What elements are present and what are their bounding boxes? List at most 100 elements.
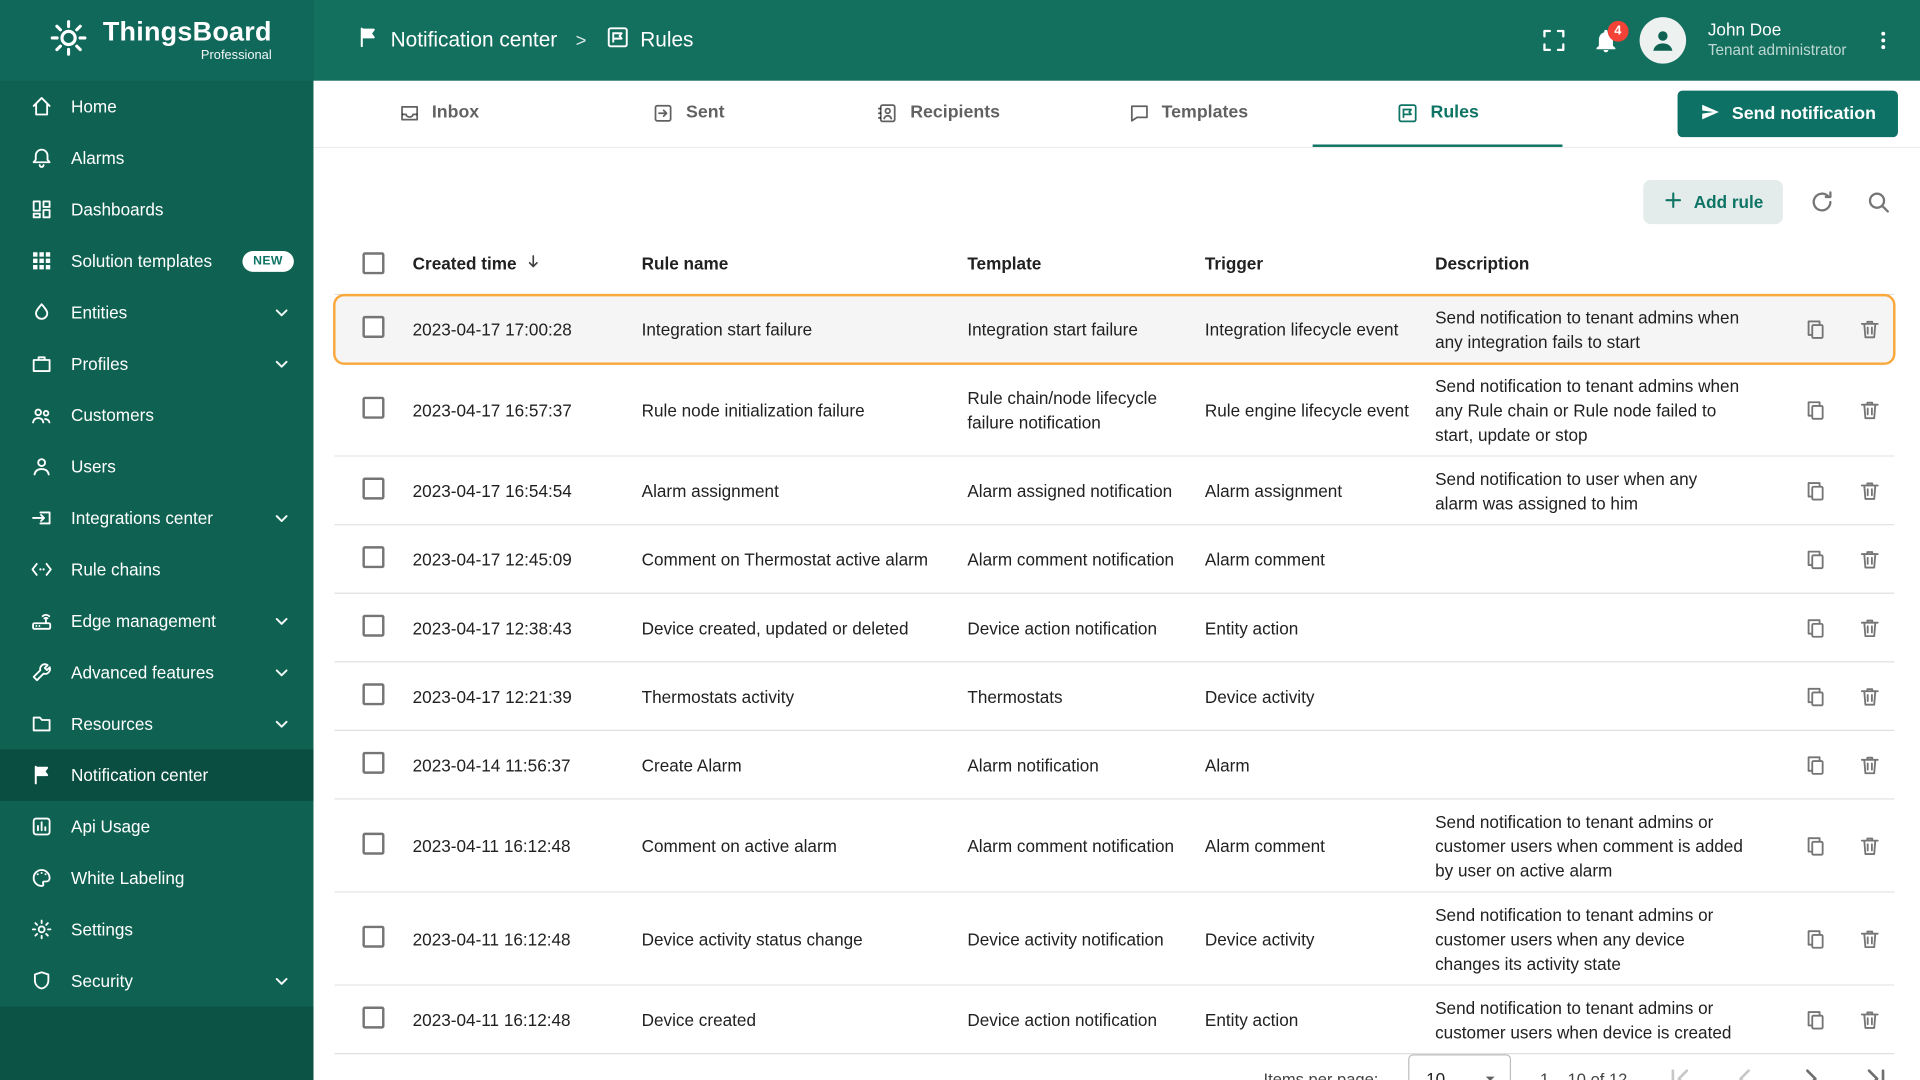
sidebar-item-api-usage[interactable]: Api Usage: [0, 801, 313, 852]
copy-button[interactable]: [1801, 315, 1830, 344]
row-checkbox[interactable]: [362, 1005, 385, 1028]
delete-button[interactable]: [1855, 613, 1884, 642]
send-notification-button[interactable]: Send notification: [1678, 90, 1898, 138]
delete-button[interactable]: [1855, 315, 1884, 344]
table-row[interactable]: 2023-04-17 17:00:28 Integration start fa…: [333, 293, 1896, 365]
column-template[interactable]: Template: [967, 253, 1205, 273]
sidebar-item-white-labeling[interactable]: White Labeling: [0, 852, 313, 903]
refresh-button[interactable]: [1798, 178, 1847, 227]
sidebar-item-dashboards[interactable]: Dashboards: [0, 184, 313, 235]
table-row[interactable]: 2023-04-14 11:56:37 Create Alarm Alarm n…: [334, 731, 1894, 800]
sidebar-item-notification-center[interactable]: Notification center: [0, 749, 314, 801]
search-button[interactable]: [1854, 178, 1903, 227]
tab-recipients[interactable]: Recipients: [813, 81, 1063, 147]
cell-created-time: 2023-04-11 16:12:48: [412, 1010, 571, 1030]
add-rule-button[interactable]: Add rule: [1643, 180, 1783, 225]
column-trigger[interactable]: Trigger: [1205, 253, 1435, 273]
first-page-button[interactable]: [1662, 1062, 1696, 1080]
row-checkbox[interactable]: [362, 751, 385, 774]
last-page-button[interactable]: [1860, 1062, 1894, 1080]
table-row[interactable]: 2023-04-11 16:12:48 Comment on active al…: [334, 800, 1894, 893]
row-checkbox[interactable]: [362, 832, 385, 855]
sidebar-item-rule-chains[interactable]: Rule chains: [0, 544, 313, 595]
chevron-down-icon: [269, 351, 293, 375]
sidebar-item-settings[interactable]: Settings: [0, 904, 313, 955]
kebab-menu-icon[interactable]: [1866, 23, 1900, 57]
breadcrumb-rules[interactable]: Rules: [605, 24, 693, 56]
select-all-checkbox[interactable]: [362, 252, 385, 275]
delete-button[interactable]: [1855, 396, 1884, 425]
delete-button[interactable]: [1855, 924, 1884, 953]
copy-button[interactable]: [1801, 682, 1830, 711]
sidebar-item-customers[interactable]: Customers: [0, 389, 313, 440]
tab-sent[interactable]: Sent: [563, 81, 813, 147]
tab-inbox[interactable]: Inbox: [313, 81, 563, 147]
delete-button[interactable]: [1855, 751, 1884, 780]
sidebar-item-resources[interactable]: Resources: [0, 698, 313, 749]
chevron-down-icon: [269, 609, 293, 633]
delete-button[interactable]: [1855, 831, 1884, 860]
column-rule-name[interactable]: Rule name: [642, 253, 968, 273]
tab-templates[interactable]: Templates: [1063, 81, 1313, 147]
sidebar-item-alarms[interactable]: Alarms: [0, 132, 313, 183]
table-row[interactable]: 2023-04-17 12:38:43 Device created, upda…: [334, 594, 1894, 663]
sidebar-item-profiles[interactable]: Profiles: [0, 338, 313, 389]
tab-rules[interactable]: Rules: [1312, 81, 1563, 147]
column-created-time[interactable]: Created time: [413, 252, 642, 274]
row-checkbox[interactable]: [362, 476, 385, 499]
sidebar-item-integrations-center[interactable]: Integrations center: [0, 492, 313, 543]
row-checkbox[interactable]: [362, 396, 385, 419]
table-row[interactable]: 2023-04-11 16:12:48 Device activity stat…: [334, 893, 1894, 986]
copy-button[interactable]: [1801, 831, 1830, 860]
copy-button[interactable]: [1801, 924, 1830, 953]
delete-button[interactable]: [1855, 1005, 1884, 1034]
delete-button[interactable]: [1855, 682, 1884, 711]
copy-button[interactable]: [1801, 476, 1830, 505]
row-checkbox[interactable]: [362, 614, 385, 637]
sent-icon: [652, 101, 675, 124]
column-description[interactable]: Description: [1435, 253, 1763, 273]
cell-description: [1435, 756, 1763, 776]
next-page-button[interactable]: [1794, 1062, 1828, 1080]
cell-template: Alarm comment notification: [967, 836, 1175, 856]
code-brackets-icon: [29, 557, 53, 581]
copy-button[interactable]: [1801, 1005, 1830, 1034]
sidebar-item-advanced-features[interactable]: Advanced features: [0, 647, 313, 698]
notifications-bell[interactable]: 4: [1592, 20, 1629, 54]
items-per-page-select[interactable]: 10: [1407, 1054, 1511, 1080]
row-checkbox[interactable]: [362, 682, 385, 705]
cell-template: Thermostats: [967, 686, 1063, 707]
row-checkbox[interactable]: [362, 925, 385, 948]
delete-button[interactable]: [1855, 476, 1884, 505]
copy-button[interactable]: [1801, 396, 1830, 425]
avatar[interactable]: [1639, 17, 1686, 64]
table-row[interactable]: 2023-04-17 12:45:09 Comment on Thermosta…: [334, 525, 1894, 594]
previous-page-button[interactable]: [1728, 1062, 1762, 1080]
main-area: Notification center > Rules 4 John Doe T…: [313, 0, 1920, 1080]
cell-template: Alarm notification: [967, 755, 1099, 776]
copy-button[interactable]: [1801, 751, 1830, 780]
message-icon: [1127, 101, 1150, 124]
home-icon: [29, 94, 53, 118]
sidebar-item-edge-management[interactable]: Edge management: [0, 595, 313, 646]
copy-button[interactable]: [1801, 545, 1830, 574]
breadcrumb-notification-center[interactable]: Notification center: [355, 24, 557, 56]
cell-trigger: Entity action: [1204, 618, 1299, 638]
sidebar-item-users[interactable]: Users: [0, 441, 313, 492]
copy-button[interactable]: [1801, 613, 1830, 642]
table-row[interactable]: 2023-04-11 16:12:48 Device created Devic…: [334, 986, 1894, 1055]
table-row[interactable]: 2023-04-17 16:54:54 Alarm assignment Ala…: [334, 457, 1894, 526]
table-row[interactable]: 2023-04-17 12:21:39 Thermostats activity…: [334, 662, 1894, 731]
user-info: John Doe Tenant administrator: [1708, 20, 1847, 61]
fullscreen-button[interactable]: [1535, 22, 1572, 59]
row-checkbox[interactable]: [362, 545, 385, 568]
delete-button[interactable]: [1855, 545, 1884, 574]
table-row[interactable]: 2023-04-17 16:57:37 Rule node initializa…: [334, 364, 1894, 457]
row-checkbox[interactable]: [362, 315, 385, 338]
sidebar-item-solution-templates[interactable]: Solution templates NEW: [0, 235, 313, 286]
cell-description: Send notification to tenant admins or cu…: [1435, 904, 1714, 974]
sidebar-item-entities[interactable]: Entities: [0, 287, 313, 338]
sidebar-item-home[interactable]: Home: [0, 81, 313, 132]
cell-template: Device action notification: [967, 1010, 1157, 1030]
sidebar-item-security[interactable]: Security: [0, 955, 313, 1006]
